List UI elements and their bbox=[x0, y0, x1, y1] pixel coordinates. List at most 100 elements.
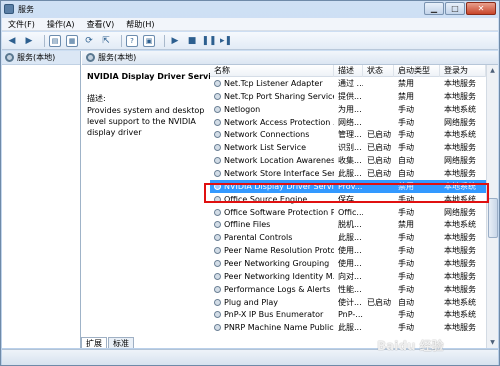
service-name: Netlogon bbox=[224, 104, 261, 114]
service-startup-type: 手动 bbox=[398, 143, 414, 153]
service-gear-icon bbox=[214, 259, 221, 267]
service-row[interactable]: PnP-X IP Bus Enumerator PnP-... 手动 本地系统 bbox=[210, 308, 486, 321]
service-description: 脱机... bbox=[338, 220, 362, 230]
service-row[interactable]: Net.Tcp Port Sharing Service 提供... 禁用 本地服务 bbox=[210, 90, 486, 103]
services-window: 服务 ▁ □ ✕ 文件(F) 操作(A) 查看(V) 帮助(H) ◀ ▶ ▤ ▦… bbox=[0, 0, 500, 366]
toolbar-separator bbox=[44, 34, 45, 47]
service-description: 保存... bbox=[338, 194, 362, 204]
service-row[interactable]: Netlogon 为用... 手动 本地系统 bbox=[210, 103, 486, 116]
menu-help[interactable]: 帮助(H) bbox=[126, 19, 154, 30]
service-row[interactable]: Net.Tcp Listener Adapter 通过 ... 禁用 本地服务 bbox=[210, 77, 486, 90]
menu-action[interactable]: 操作(A) bbox=[47, 19, 75, 30]
service-name-cell: Office Software Protection P... bbox=[210, 208, 334, 217]
service-description: PnP-... bbox=[338, 310, 363, 320]
export-list-icon[interactable]: ⇱ bbox=[100, 35, 112, 47]
service-row[interactable]: Peer Name Resolution Proto... 使用... 手动 本地服务 bbox=[210, 244, 486, 257]
service-description: 为用... bbox=[338, 104, 362, 114]
column-header-startup-type[interactable]: 启动类型 bbox=[394, 65, 440, 77]
service-row[interactable]: Office Source Engine 保存... 手动 本地系统 bbox=[210, 193, 486, 206]
service-gear-icon bbox=[214, 234, 221, 242]
service-name-cell: Parental Controls bbox=[210, 233, 334, 242]
service-status: 已启动 bbox=[367, 156, 391, 166]
service-row[interactable]: Peer Networking Identity M... 向对... 手动 本地服务 bbox=[210, 270, 486, 283]
view-icon[interactable]: ▣ bbox=[143, 34, 155, 47]
service-gear-icon bbox=[214, 92, 221, 100]
service-startup-type: 手动 bbox=[398, 284, 414, 294]
scroll-up-arrow-icon[interactable]: ▲ bbox=[487, 65, 498, 76]
service-gear-icon bbox=[214, 118, 221, 126]
scrollbar-thumb[interactable] bbox=[488, 198, 498, 238]
service-startup-type: 手动 bbox=[398, 233, 414, 243]
tree-item-services-local[interactable]: 服务(本地) bbox=[2, 51, 80, 65]
service-name-cell: Office Source Engine bbox=[210, 195, 334, 204]
tab-standard[interactable]: 标准 bbox=[108, 337, 134, 348]
service-row[interactable]: Network Connections 管理... 已启动 手动 本地系统 bbox=[210, 128, 486, 141]
service-row[interactable]: Network Access Protection ... 网络... 手动 网络服务 bbox=[210, 116, 486, 129]
vertical-scrollbar[interactable]: ▲ ▼ bbox=[486, 65, 498, 348]
forward-arrow-icon[interactable]: ▶ bbox=[23, 35, 35, 47]
title-bar[interactable]: 服务 ▁ □ ✕ bbox=[1, 1, 499, 17]
service-name-cell: Peer Name Resolution Proto... bbox=[210, 246, 334, 255]
close-button[interactable]: ✕ bbox=[466, 2, 496, 15]
service-gear-icon bbox=[214, 324, 221, 332]
service-log-on-as: 网络服务 bbox=[444, 117, 476, 127]
console-tree-icon[interactable]: ▤ bbox=[49, 34, 61, 47]
maximize-button[interactable]: □ bbox=[445, 2, 465, 15]
service-gear-icon bbox=[214, 157, 221, 165]
service-name-cell: Net.Tcp Listener Adapter bbox=[210, 79, 334, 88]
minimize-button[interactable]: ▁ bbox=[424, 2, 444, 15]
menu-file[interactable]: 文件(F) bbox=[8, 19, 35, 30]
service-row-selected[interactable]: NVIDIA Display Driver Service Prov... 禁用 本地… bbox=[210, 179, 486, 193]
service-gear-icon bbox=[214, 208, 221, 216]
service-row[interactable]: Peer Networking Grouping 使用... 手动 本地服务 bbox=[210, 257, 486, 270]
service-name-cell: Plug and Play bbox=[210, 298, 334, 307]
service-startup-type: 手动 bbox=[398, 258, 414, 268]
column-header-name[interactable]: 名称 bbox=[210, 65, 334, 77]
service-name-cell: PnP-X IP Bus Enumerator bbox=[210, 310, 334, 319]
scroll-down-arrow-icon[interactable]: ▼ bbox=[487, 337, 498, 348]
service-log-on-as: 本地服务 bbox=[444, 78, 476, 88]
column-header-log-on-as[interactable]: 登录为 bbox=[440, 65, 486, 77]
service-name: Network Location Awareness bbox=[224, 156, 334, 166]
service-gear-icon bbox=[214, 221, 221, 229]
service-row[interactable]: Office Software Protection P... Offic... 手… bbox=[210, 206, 486, 219]
restart-service-icon[interactable]: ▸❚ bbox=[220, 35, 232, 47]
column-header-status[interactable]: 状态 bbox=[363, 65, 394, 77]
toolbar-separator bbox=[121, 34, 122, 47]
service-description: Prov... bbox=[338, 181, 363, 191]
service-row[interactable]: Network Store Interface Ser... 此服... 已启动 自动… bbox=[210, 167, 486, 180]
menu-view[interactable]: 查看(V) bbox=[87, 19, 115, 30]
service-row[interactable]: Offline Files 脱机... 禁用 本地系统 bbox=[210, 218, 486, 231]
help-icon[interactable]: ? bbox=[126, 34, 138, 47]
tree-item-label: 服务(本地) bbox=[17, 53, 56, 62]
back-arrow-icon[interactable]: ◀ bbox=[6, 35, 18, 47]
service-row[interactable]: Plug and Play 使计... 已启动 自动 本地系统 bbox=[210, 296, 486, 309]
refresh-icon[interactable]: ⟳ bbox=[83, 35, 95, 47]
service-name: Network Store Interface Ser... bbox=[224, 168, 334, 178]
service-status: 已启动 bbox=[367, 297, 391, 307]
column-header-description[interactable]: 描述 bbox=[334, 65, 363, 77]
baidu-watermark: Baidu 经验 bbox=[377, 339, 444, 353]
service-name: Net.Tcp Listener Adapter bbox=[224, 78, 323, 88]
service-row[interactable]: PNRP Machine Name Public... 此服... 手动 本地服务 bbox=[210, 321, 486, 334]
service-description: 使用... bbox=[338, 246, 362, 256]
service-status: 已启动 bbox=[367, 143, 391, 153]
service-row[interactable]: Network List Service 识别... 已启动 手动 本地服务 bbox=[210, 141, 486, 154]
service-gear-icon bbox=[214, 169, 221, 177]
service-description: 提供... bbox=[338, 91, 362, 101]
stop-service-icon[interactable]: ■ bbox=[186, 35, 198, 47]
service-log-on-as: 本地服务 bbox=[444, 323, 476, 333]
service-rows: Net.Tcp Listener Adapter 通过 ... 禁用 本地服务 Net.… bbox=[210, 77, 486, 334]
service-row[interactable]: Parental Controls 此服... 手动 本地服务 bbox=[210, 231, 486, 244]
service-row[interactable]: Network Location Awareness 收集... 已启动 自动 网络服务 bbox=[210, 154, 486, 167]
properties-icon[interactable]: ▦ bbox=[66, 34, 78, 47]
tab-extended[interactable]: 扩展 bbox=[81, 337, 107, 348]
service-row[interactable]: Performance Logs & Alerts 性能... 手动 本地服务 bbox=[210, 283, 486, 296]
service-description: 此服... bbox=[338, 323, 362, 333]
pause-service-icon[interactable]: ❚❚ bbox=[201, 35, 216, 47]
service-startup-type: 手动 bbox=[398, 323, 414, 333]
service-name-cell: Netlogon bbox=[210, 105, 334, 114]
service-startup-type: 自动 bbox=[398, 168, 414, 178]
start-service-icon[interactable]: ▶ bbox=[169, 35, 181, 47]
service-startup-type: 自动 bbox=[398, 297, 414, 307]
